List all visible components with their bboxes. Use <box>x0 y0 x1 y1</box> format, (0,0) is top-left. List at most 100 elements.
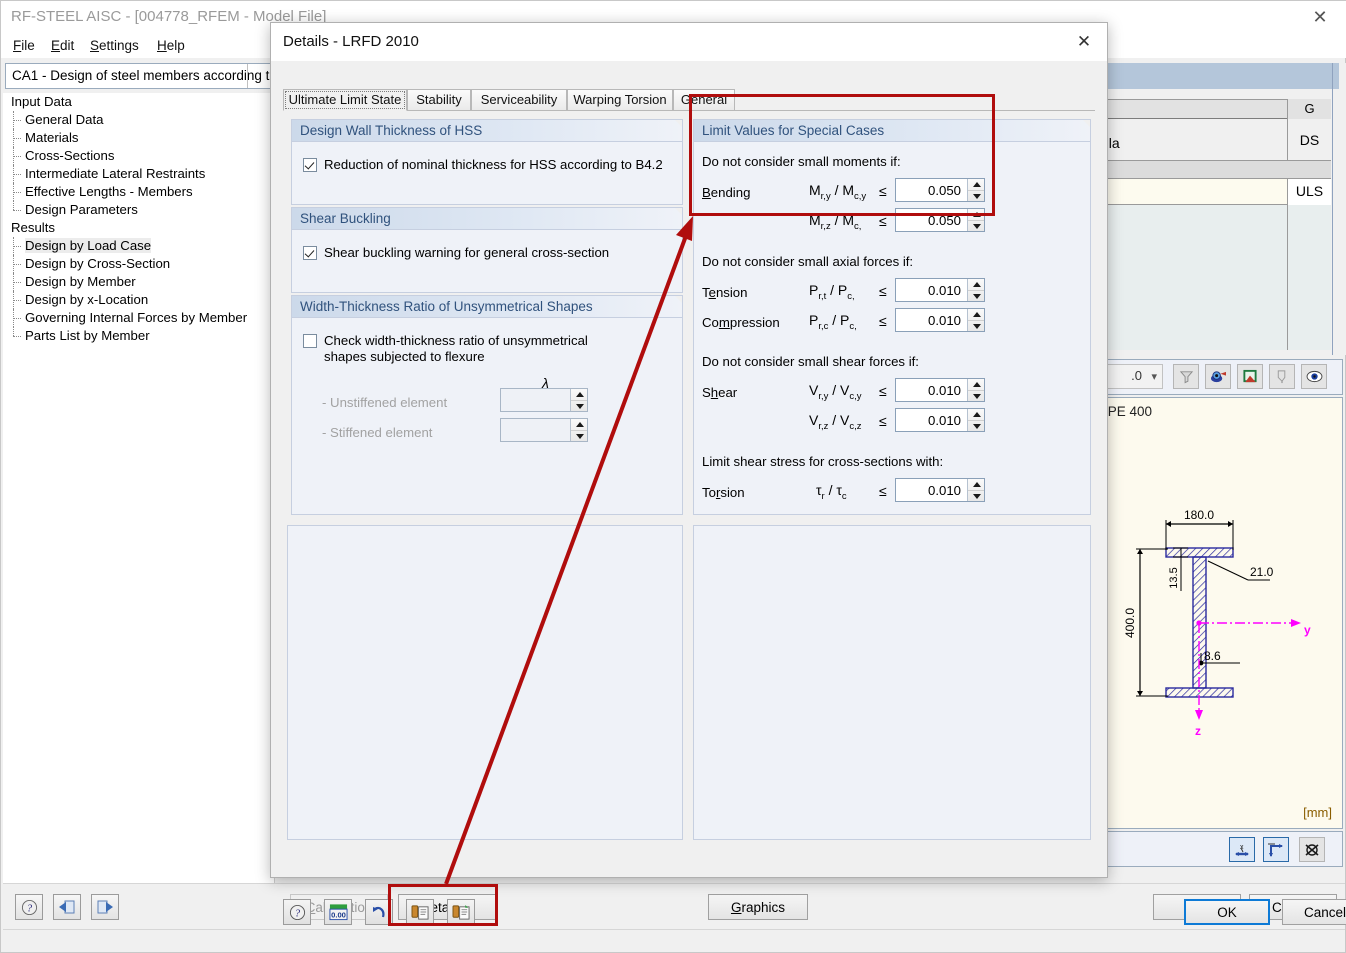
shear-label[interactable]: Shear <box>702 385 737 400</box>
spinner-down-icon[interactable] <box>571 430 587 442</box>
spinner-up-icon[interactable] <box>571 389 587 400</box>
details-dialog: Details - LRFD 2010 ✕ Ultimate Limit Sta… <box>270 22 1108 878</box>
clear-dimensions-icon[interactable] <box>1299 837 1325 862</box>
tab-general[interactable]: General <box>673 89 735 111</box>
spinner-down-icon[interactable] <box>968 290 984 302</box>
shear-y-input[interactable]: 0.010 <box>895 378 985 402</box>
bending-label[interactable]: Bending <box>702 185 750 200</box>
bending-y-input[interactable]: 0.050 <box>895 178 985 202</box>
stiffened-element-spinner[interactable] <box>570 419 587 441</box>
stiffened-element-input[interactable] <box>500 418 588 442</box>
spinner-up-icon[interactable] <box>968 179 984 190</box>
checkbox-shear-buckling-warning[interactable] <box>303 246 317 260</box>
torsion-input[interactable]: 0.010 <box>895 478 985 502</box>
save-settings-icon[interactable] <box>447 899 475 925</box>
tab-serviceability[interactable]: Serviceability <box>471 89 567 111</box>
svg-text:21.0: 21.0 <box>1250 565 1274 579</box>
results-table-row-3 <box>1101 161 1331 179</box>
shear-z-spinner[interactable] <box>967 409 984 431</box>
default-values-icon[interactable]: 0.00 <box>324 899 352 925</box>
tension-input[interactable]: 0.010 <box>895 278 985 302</box>
bending-z-spinner[interactable] <box>967 209 984 231</box>
compression-input[interactable]: 0.010 <box>895 308 985 332</box>
scale-combo[interactable]: .0 ▾ <box>1101 364 1163 389</box>
nav-item-cross-sections[interactable]: Cross-Sections <box>3 147 274 165</box>
dialog-ok-button[interactable]: OK <box>1184 899 1270 925</box>
undo-icon[interactable] <box>365 899 393 925</box>
svg-text:13.5: 13.5 <box>1168 567 1180 588</box>
tension-label[interactable]: Tension <box>702 285 747 300</box>
nav-item-design-parameters[interactable]: Design Parameters <box>3 201 274 219</box>
tab-stability[interactable]: Stability <box>407 89 471 111</box>
nav-item-results[interactable]: Results <box>3 219 274 237</box>
checkbox-width-thickness-ratio[interactable] <box>303 334 317 348</box>
menu-help[interactable]: Help <box>153 37 189 54</box>
navigation-tree[interactable]: Input DataGeneral DataMaterialsCross-Sec… <box>3 93 275 883</box>
view-icon[interactable] <box>1301 364 1327 389</box>
status-bar <box>3 929 1345 952</box>
spinner-down-icon[interactable] <box>571 400 587 412</box>
spinner-up-icon[interactable] <box>968 379 984 390</box>
dimension-axes-icon[interactable] <box>1263 837 1289 862</box>
nav-item-effective-lengths-members[interactable]: Effective Lengths - Members <box>3 183 274 201</box>
spinner-down-icon[interactable] <box>968 190 984 202</box>
close-icon[interactable]: ✕ <box>1305 5 1335 29</box>
help-icon[interactable]: ? <box>15 894 43 920</box>
shear-z-input[interactable]: 0.010 <box>895 408 985 432</box>
bending-z-input[interactable]: 0.050 <box>895 208 985 232</box>
spinner-up-icon[interactable] <box>968 409 984 420</box>
nav-item-materials[interactable]: Materials <box>3 129 274 147</box>
torsion-label[interactable]: Torsion <box>702 485 745 500</box>
nav-item-input-data[interactable]: Input Data <box>3 93 274 111</box>
spinner-down-icon[interactable] <box>968 390 984 402</box>
print-icon[interactable] <box>1269 364 1295 389</box>
menu-edit[interactable]: Edit <box>47 37 78 54</box>
spinner-down-icon[interactable] <box>968 220 984 232</box>
design-case-selector[interactable]: CA1 - Design of steel members according … <box>5 63 275 89</box>
tab-warping-torsion[interactable]: Warping Torsion <box>567 89 673 111</box>
shear-y-value: 0.010 <box>896 383 967 398</box>
nav-item-intermediate-lateral-restraints[interactable]: Intermediate Lateral Restraints <box>3 165 274 183</box>
spinner-up-icon[interactable] <box>968 279 984 290</box>
group-corner <box>1083 120 1090 127</box>
nav-item-design-by-load-case[interactable]: Design by Load Case <box>3 237 274 255</box>
compression-spinner[interactable] <box>967 309 984 331</box>
svg-text:0.00: 0.00 <box>331 911 346 920</box>
nav-item-governing-internal-forces-by-member[interactable]: Governing Internal Forces by Member <box>3 309 274 327</box>
spinner-up-icon[interactable] <box>571 419 587 430</box>
load-settings-icon[interactable] <box>406 899 434 925</box>
nav-item-general-data[interactable]: General Data <box>3 111 274 129</box>
spinner-down-icon[interactable] <box>968 420 984 432</box>
tension-spinner[interactable] <box>967 279 984 301</box>
dialog-cancel-button[interactable]: Cancel <box>1282 899 1346 925</box>
graphics-button[interactable]: Graphics <box>708 894 808 920</box>
spinner-up-icon[interactable] <box>968 479 984 490</box>
spinner-up-icon[interactable] <box>968 309 984 320</box>
bending-y-spinner[interactable] <box>967 179 984 201</box>
torsion-spinner[interactable] <box>967 479 984 501</box>
shear-y-spinner[interactable] <box>967 379 984 401</box>
export-excel-icon[interactable] <box>1237 364 1263 389</box>
compression-label[interactable]: Compression <box>702 315 780 330</box>
unstiffened-element-spinner[interactable] <box>570 389 587 411</box>
close-icon[interactable]: ✕ <box>1071 30 1097 54</box>
dialog-tabs[interactable]: Ultimate Limit StateStabilityServiceabil… <box>283 89 1095 111</box>
nav-item-design-by-member[interactable]: Design by Member <box>3 273 274 291</box>
spinner-down-icon[interactable] <box>968 320 984 332</box>
nav-item-design-by-cross-section[interactable]: Design by Cross-Section <box>3 255 274 273</box>
menu-settings[interactable]: Settings <box>86 37 143 54</box>
tab-ultimate-limit-state[interactable]: Ultimate Limit State <box>283 89 407 111</box>
filter-icon[interactable] <box>1173 364 1199 389</box>
render-mode-icon[interactable] <box>1205 364 1231 389</box>
checkbox-hss-reduction[interactable] <box>303 158 317 172</box>
next-panel-icon[interactable] <box>91 894 119 920</box>
help-icon[interactable]: ? <box>283 899 311 925</box>
dimension-x-icon[interactable]: x <box>1229 837 1255 862</box>
spinner-down-icon[interactable] <box>968 490 984 502</box>
spinner-up-icon[interactable] <box>968 209 984 220</box>
nav-item-parts-list-by-member[interactable]: Parts List by Member <box>3 327 274 345</box>
menu-file[interactable]: File <box>9 37 39 54</box>
previous-panel-icon[interactable] <box>53 894 81 920</box>
unstiffened-element-input[interactable] <box>500 388 588 412</box>
nav-item-design-by-x-location[interactable]: Design by x-Location <box>3 291 274 309</box>
